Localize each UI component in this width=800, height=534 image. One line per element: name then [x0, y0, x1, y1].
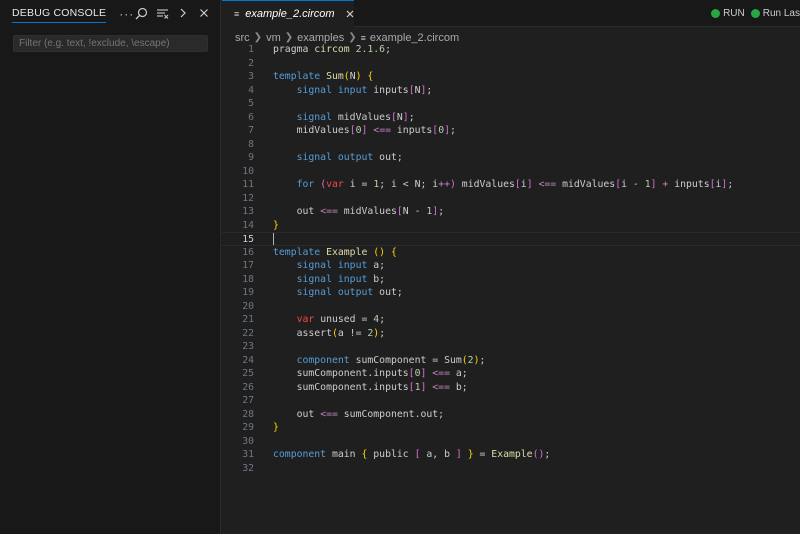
breadcrumb-item-examples[interactable]: examples	[297, 32, 344, 44]
code-line: 2	[222, 57, 800, 71]
line-number: 8	[248, 138, 254, 150]
breadcrumb-item-file[interactable]: example_2.circom	[370, 32, 459, 44]
code-line: 30	[222, 435, 800, 449]
line-number: 18	[242, 273, 254, 285]
close-icon[interactable]	[196, 5, 212, 21]
code-line: 29}	[222, 421, 800, 435]
tab-bar: ≡ example_2.circom RUN Run Las	[222, 0, 800, 27]
run-last-label: Run Las	[762, 8, 800, 19]
line-number: 9	[248, 152, 254, 163]
code-line: 17 signal input a;	[222, 259, 800, 273]
line-number: 11	[242, 179, 254, 190]
line-number: 27	[242, 395, 254, 406]
line-number: 12	[242, 192, 254, 204]
file-icon: ≡	[360, 32, 366, 43]
line-number: 15	[242, 234, 254, 245]
code-line: 20	[222, 300, 800, 314]
line-number: 14	[242, 219, 254, 231]
line-number: 10	[242, 165, 254, 177]
run-last-button[interactable]: Run Las	[750, 8, 800, 19]
line-number: 26	[242, 381, 254, 393]
line-number: 3	[248, 71, 254, 82]
line-number: 29	[242, 422, 254, 433]
line-number: 23	[242, 341, 254, 352]
code-line: 13 out <== midValues[N - 1];	[222, 205, 800, 219]
panel-actions	[133, 5, 212, 21]
line-number: 31	[242, 449, 254, 460]
run-buttons: RUN Run Las	[711, 0, 800, 27]
code-line: 11 for (var i = 1; i < N; i++) midValues…	[222, 178, 800, 192]
search-icon[interactable]	[133, 5, 149, 21]
line-number: 13	[242, 206, 254, 217]
panel-header: DEBUG CONSOLE ···	[0, 0, 220, 28]
breadcrumb-item-vm[interactable]: vm	[266, 32, 281, 44]
code-line: 23	[222, 340, 800, 354]
run-last-status-icon	[750, 9, 760, 18]
code-line: 16 template Example () {	[222, 246, 800, 260]
code-line: 3 template Sum(N) {	[222, 70, 800, 84]
debug-console-panel: DEBUG CONSOLE ···	[0, 0, 221, 534]
run-status-icon	[711, 9, 721, 18]
code-line: 24 component sumComponent = Sum(2);	[222, 354, 800, 368]
code-line-current: 15	[222, 232, 800, 246]
line-number: 7	[248, 125, 254, 136]
clear-console-icon[interactable]	[154, 5, 170, 21]
code-line: 10	[222, 165, 800, 179]
tab-example-2-circom[interactable]: ≡ example_2.circom	[222, 0, 354, 27]
run-label: RUN	[723, 8, 745, 19]
line-number: 22	[242, 327, 254, 339]
code-line: 4 signal input inputs[N];	[222, 84, 800, 98]
code-line: 7 midValues[0] <== inputs[0];	[222, 124, 800, 138]
code-line: 19 signal output out;	[222, 286, 800, 300]
chevron-right-icon: ❯	[253, 32, 263, 43]
line-number: 6	[248, 111, 254, 123]
code-line: 32	[222, 462, 800, 476]
code-line: 21 var unused = 4;	[222, 313, 800, 327]
code-line: 12	[222, 192, 800, 206]
code-line: 28 out <== sumComponent.out;	[222, 408, 800, 422]
code-line: 18 signal input b;	[222, 273, 800, 287]
line-number: 19	[242, 287, 254, 298]
line-number: 2	[248, 57, 254, 69]
tab-close-icon[interactable]	[345, 8, 355, 20]
line-number: 1	[248, 44, 254, 55]
chevron-right-icon: ❯	[348, 32, 357, 43]
code-line: 31 component main { public [ a, b ] } = E…	[222, 448, 800, 462]
line-number: 16	[242, 246, 254, 258]
text-cursor	[273, 233, 274, 245]
code-line: 22 assert(a != 2);	[222, 327, 800, 341]
line-number: 4	[248, 84, 254, 96]
code-line: 8	[222, 138, 800, 152]
breadcrumb-item-src[interactable]: src	[235, 32, 250, 44]
chevron-right-icon[interactable]	[175, 5, 191, 21]
editor: ≡ example_2.circom RUN Run Las src ❯ vm …	[222, 0, 800, 534]
code-line: 9 signal output out;	[222, 151, 800, 165]
tab-debug-console[interactable]: DEBUG CONSOLE	[12, 7, 107, 23]
code-line: 26 sumComponent.inputs[1] <== b;	[222, 381, 800, 395]
run-button[interactable]: RUN	[711, 8, 745, 19]
line-number: 21	[242, 314, 254, 325]
line-number: 32	[242, 462, 254, 474]
code-line: 14}	[222, 219, 800, 233]
line-number: 28	[242, 408, 254, 420]
line-number: 5	[248, 98, 254, 109]
code-line: 5	[222, 97, 800, 111]
line-number: 20	[242, 300, 254, 312]
code-area[interactable]: 1 pragma circom 2.1.6; 2 3 template Sum(N)…	[222, 43, 800, 475]
line-number: 24	[242, 354, 254, 366]
chevron-right-icon: ❯	[284, 32, 294, 43]
code-line: 27	[222, 394, 800, 408]
more-actions-icon[interactable]: ···	[119, 7, 134, 21]
tab-label: example_2.circom	[245, 8, 335, 20]
code-line: 6 signal midValues[N];	[222, 111, 800, 125]
line-number: 30	[242, 435, 254, 447]
code-line: 25 sumComponent.inputs[0] <== a;	[222, 367, 800, 381]
line-number: 17	[242, 260, 254, 271]
filter-input[interactable]	[13, 35, 208, 52]
code-line: 1 pragma circom 2.1.6;	[222, 43, 800, 57]
line-number: 25	[242, 368, 254, 379]
file-icon: ≡	[234, 9, 240, 19]
